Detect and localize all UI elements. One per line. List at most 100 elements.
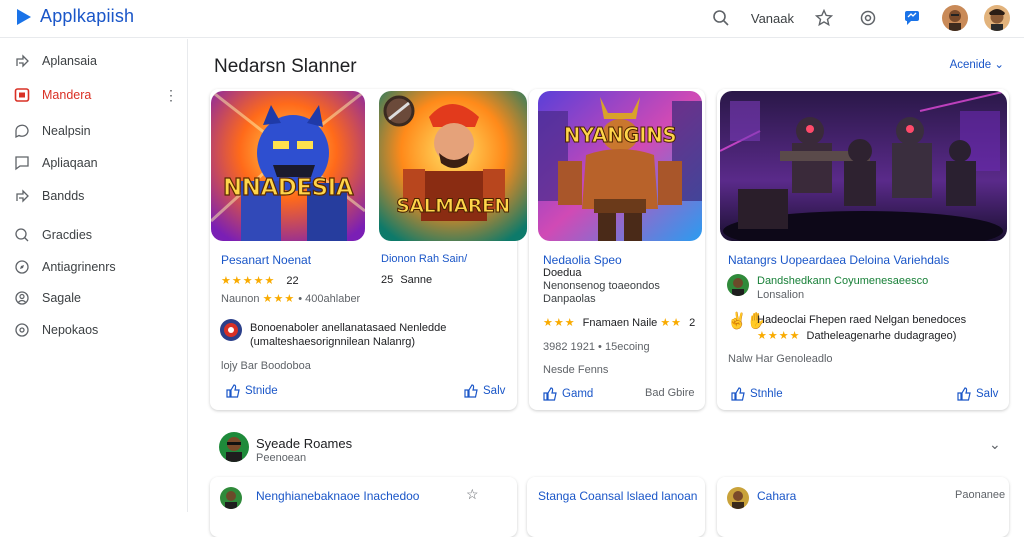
sidebar-item-mandera[interactable]: Mandera ⋮ (0, 81, 188, 109)
search-icon (15, 228, 29, 242)
star-icon[interactable]: ☆ (466, 486, 479, 503)
action-label: Salv (976, 388, 999, 400)
rating-row: ★★★★★ 22 (221, 274, 299, 287)
sidebar-item-label: Nealpsin (42, 124, 91, 138)
game-thumbnail[interactable]: NYANGINS (538, 91, 702, 241)
sidebar-item-gracdies[interactable]: Gracdies (0, 221, 188, 249)
sidebar-item-antiagrinenrs[interactable]: Antiagrinenrs (0, 253, 188, 281)
thumb-up-icon (226, 384, 240, 398)
save-button[interactable]: Salv (464, 384, 505, 398)
avatar[interactable] (727, 487, 749, 509)
rating-stars: ★★★ (543, 317, 576, 329)
thumbnail-title: SALMAREN (396, 195, 511, 218)
chevron-down-icon: ⌄ (994, 59, 1004, 71)
card-description: Hadeoclai Fhepen raed Nelgan benedoces (757, 314, 967, 326)
action-label: Gamd (562, 388, 594, 400)
card-meta: Naunon ★★★ • 400ahlaber (221, 292, 360, 305)
card-description-2: (umalteshaesorignnilean Nalanrg) (250, 336, 416, 348)
share-button[interactable]: Stnide (226, 384, 278, 398)
save-button[interactable]: Salv (957, 387, 998, 401)
sidebar-item-sagale[interactable]: Sagale (0, 284, 188, 312)
sidebar-item-aplansaia[interactable]: Aplansaia (0, 47, 188, 75)
game-thumbnail[interactable] (720, 91, 1007, 241)
main-content: Nedarsn Slanner Acenide ⌄ NNADESIA SALMA… (189, 39, 1024, 537)
card-title[interactable]: Nedaolia Speo (543, 253, 622, 267)
sidebar-item-label: Nepokaos (42, 323, 99, 337)
game-card[interactable]: NNADESIA SALMAREN Pesanart Noenat Dionon… (210, 89, 527, 410)
sidebar-item-nepokaos[interactable]: Nepokaos (0, 316, 188, 344)
game-card[interactable]: Nenghianebaknaoe Inachedoo ☆ (210, 477, 517, 537)
game-card[interactable]: Stanga Coansal lslaed lanoan (527, 477, 705, 537)
gear-icon[interactable] (854, 4, 882, 32)
sidebar-item-bandds[interactable]: Bandds (0, 182, 188, 210)
secondary-action[interactable]: Bad Gbire (645, 387, 695, 399)
action-label: Stnhle (750, 388, 783, 400)
developer-location: Lonsalion (757, 289, 805, 301)
card-stats: ★★★ Fnamaen Naile ★★ 2 (543, 316, 695, 329)
card-footer: Nesde Fenns (543, 364, 609, 376)
avatar[interactable] (220, 319, 242, 341)
game-card[interactable]: Natangrs Uopeardaea Deloina Variehdals D… (717, 89, 1009, 410)
card-title[interactable]: Pesanart Noenat (221, 253, 311, 267)
play-box-icon (14, 88, 30, 102)
app-logo[interactable]: Applkapiish (14, 6, 134, 27)
sidebar-item-label: Sagale (42, 291, 81, 305)
avatar[interactable] (942, 5, 968, 31)
rating-unit: Sanne (400, 274, 433, 286)
game-thumbnail[interactable]: SALMAREN (379, 91, 527, 241)
game-card[interactable]: Cahara Paonanee (717, 477, 1009, 537)
sidebar-item-apliaqaan[interactable]: Apliaqaan (0, 149, 188, 177)
meta-stars: ★★★ (262, 293, 296, 305)
card-title[interactable]: Natangrs Uopeardaea Deloina Variehdals (728, 253, 949, 267)
more-vert-icon[interactable]: ⋮ (164, 87, 178, 104)
developer-name[interactable]: Dandshedkann Coyumenesaeesco (757, 275, 928, 287)
chat-icon[interactable] (898, 4, 926, 32)
chevron-down-icon[interactable]: ⌄ (989, 436, 1001, 453)
sidebar-item-label: Bandds (42, 189, 85, 203)
card-sub-3: Danpaolas (543, 293, 596, 305)
rating-stars: ★★★★★ (221, 275, 276, 287)
people-icon (15, 291, 29, 305)
game-thumbnail[interactable]: NNADESIA (211, 91, 365, 241)
avatar[interactable] (219, 432, 249, 462)
thumb-up-icon (731, 387, 745, 401)
profile-avatar[interactable] (984, 5, 1010, 31)
top-link[interactable]: Vanaak (751, 11, 794, 26)
sidebar: Aplansaia Mandera ⋮ Nealpsin Apliaqaan B… (0, 39, 188, 512)
sidebar-item-nealpsin[interactable]: Nealpsin (0, 117, 188, 145)
stats-num: 2 (689, 317, 696, 329)
section2-title: Syeade Roames (256, 436, 353, 451)
chat-icon (15, 124, 29, 139)
section-more-link[interactable]: Acenide ⌄ (950, 57, 1004, 71)
share-icon (16, 54, 29, 68)
rating-stars: ★★★★ (757, 330, 801, 342)
card-subtitle[interactable]: Dionon Rah Sain/ (381, 253, 467, 265)
rating-row-2: 25 Sanne (381, 274, 432, 286)
rating-value-alt: 25 (381, 274, 394, 286)
thumb-up-icon (464, 384, 478, 398)
sidebar-item-label: Gracdies (42, 228, 93, 242)
share-button[interactable]: Stnhle (731, 387, 783, 401)
card-description: Bonoenaboler anellanatasaed Nenledde (250, 322, 447, 334)
avatar[interactable] (727, 274, 749, 296)
sidebar-item-label: Aplansaia (42, 54, 97, 68)
game-card[interactable]: NYANGINS Nedaolia Speo Doedua Nenonsenog… (529, 89, 705, 410)
star-icon[interactable] (810, 4, 838, 32)
message-icon (15, 156, 29, 171)
card-description-2: ★★★★ Datheleagenarhe dudagrageo) (757, 329, 956, 342)
card-title[interactable]: Nenghianebaknaoe Inachedoo (256, 489, 419, 503)
card-footer: Nalw Har Genoleadlo (728, 353, 833, 365)
rating-value: 22 (286, 275, 299, 287)
meta-label: Naunon (221, 293, 260, 305)
section-title: Nedarsn Slanner (214, 56, 357, 77)
avatar[interactable] (220, 487, 242, 509)
sidebar-item-label: Apliaqaan (42, 156, 98, 170)
card-footer: lojy Bar Boodoboa (221, 360, 311, 372)
thumb-up-icon (543, 387, 557, 401)
section-more-label: Acenide (949, 59, 992, 71)
card-title[interactable]: Stanga Coansal lslaed lanoan (538, 489, 697, 503)
card-title[interactable]: Cahara (757, 489, 796, 503)
sidebar-item-label: Antiagrinenrs (42, 260, 116, 274)
search-icon[interactable] (707, 4, 735, 32)
share-button[interactable]: Gamd (543, 387, 593, 401)
